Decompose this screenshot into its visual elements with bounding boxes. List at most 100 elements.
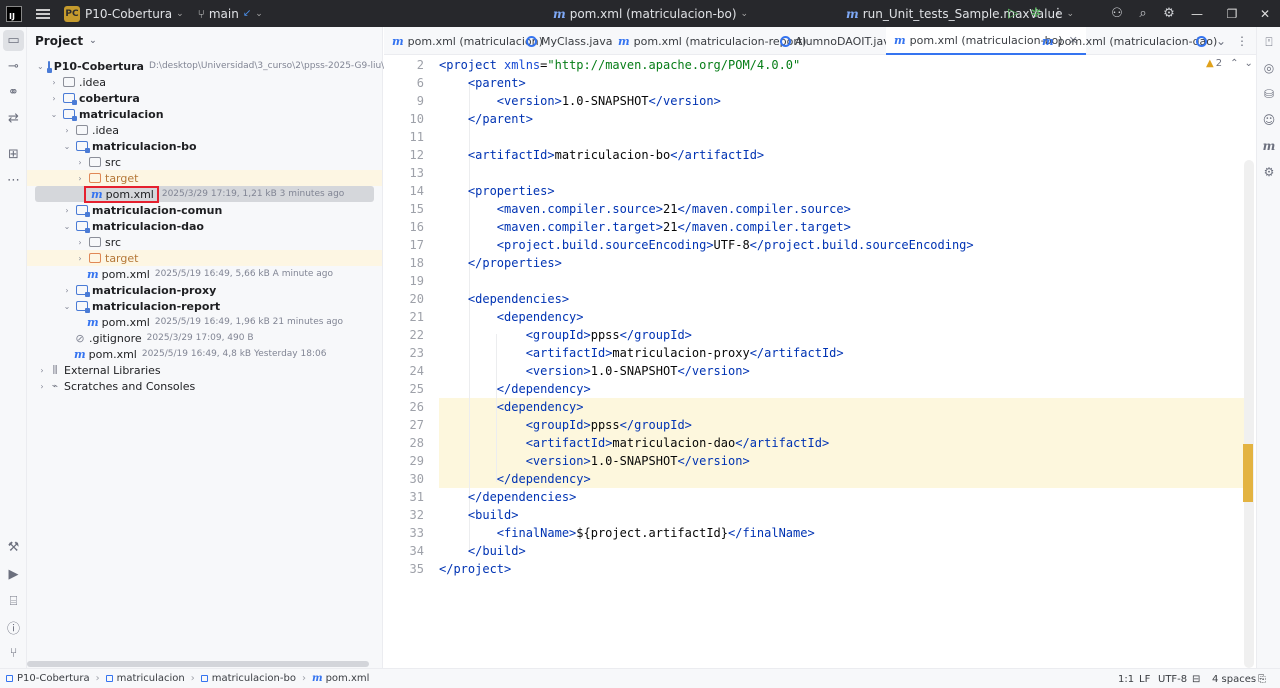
chevron-up-icon[interactable]: ⌃ xyxy=(1230,58,1238,69)
tree-item[interactable]: › target xyxy=(27,250,382,266)
tree-item[interactable]: › ⌁ Scratches and Consoles xyxy=(27,378,382,394)
tree-item[interactable]: ⌄ matriculacion xyxy=(27,106,382,122)
tree-item[interactable]: m pom.xml 2025/5/19 16:49, 5,66 kB A min… xyxy=(27,266,382,282)
notifications-icon[interactable]: ⍞ xyxy=(1260,33,1278,51)
code-line[interactable]: <project xmlns="http://maven.apache.org/… xyxy=(439,56,800,74)
tree-item[interactable]: ⌄ matriculacion-report xyxy=(27,298,382,314)
code-line[interactable]: <artifactId>matriculacion-proxy</artifac… xyxy=(439,344,844,362)
tree-item[interactable]: m pom.xml 2025/5/19 16:49, 4,8 kB Yester… xyxy=(27,346,382,362)
file-encoding[interactable]: UTF-8 xyxy=(1158,669,1187,688)
code-line[interactable]: </properties> xyxy=(439,254,562,272)
breadcrumb-item[interactable]: P10-Cobertura xyxy=(17,673,90,684)
tree-item[interactable]: › matriculacion-proxy xyxy=(27,282,382,298)
expand-arrow-icon[interactable]: ⌄ xyxy=(62,222,72,231)
caret-position[interactable]: 1:1 xyxy=(1118,669,1134,688)
project-switcher[interactable]: P10-Cobertura xyxy=(85,7,172,21)
tree-item[interactable]: › src xyxy=(27,154,382,170)
code-line[interactable]: <dependencies> xyxy=(439,290,569,308)
code-line[interactable]: </dependency> xyxy=(439,380,591,398)
tab-more-icon[interactable]: ⋮ xyxy=(1236,27,1248,55)
window-title[interactable]: m pom.xml (matriculacion-bo) ⌄ xyxy=(553,0,748,27)
code-line[interactable]: <properties> xyxy=(439,182,555,200)
code-line[interactable]: <version>1.0-SNAPSHOT</version> xyxy=(439,92,721,110)
maven-icon[interactable]: m xyxy=(1260,137,1278,155)
code-line[interactable]: <dependency> xyxy=(439,398,584,416)
tree-item[interactable]: ⌄ matriculacion-bo xyxy=(27,138,382,154)
tab-alumnodaoit[interactable]: AlumnoDAOIT.java xyxy=(780,27,896,55)
tree-item[interactable]: › ⫼ External Libraries xyxy=(27,362,382,378)
add-user-icon[interactable]: ⚇ xyxy=(1107,0,1127,27)
collapse-arrow-icon[interactable]: › xyxy=(62,126,72,135)
project-panel-header[interactable]: Project ⌄ xyxy=(27,27,382,55)
collapse-arrow-icon[interactable]: › xyxy=(37,366,47,375)
code-line[interactable]: <project.build.sourceEncoding>UTF-8</pro… xyxy=(439,236,974,254)
gradle-icon[interactable]: ⚙ xyxy=(1260,163,1278,181)
code-line[interactable]: <maven.compiler.target>21</maven.compile… xyxy=(439,218,851,236)
code-line[interactable]: <artifactId>matriculacion-dao</artifactI… xyxy=(439,434,829,452)
collapse-arrow-icon[interactable]: › xyxy=(62,206,72,215)
settings-gear-icon[interactable]: ⚙ xyxy=(1159,0,1179,27)
code-line[interactable]: <groupId>ppss</groupId> xyxy=(439,326,692,344)
expand-arrow-icon[interactable]: ⌄ xyxy=(62,302,72,311)
code-line[interactable]: <maven.compiler.source>21</maven.compile… xyxy=(439,200,851,218)
main-menu-icon[interactable] xyxy=(36,8,50,19)
collapse-arrow-icon[interactable]: › xyxy=(75,158,85,167)
code-line[interactable]: <version>1.0-SNAPSHOT</version> xyxy=(439,452,750,470)
tree-item[interactable]: ⌄ matriculacion-dao xyxy=(27,218,382,234)
code-line[interactable]: <dependency> xyxy=(439,308,584,326)
expand-arrow-icon[interactable]: ⌄ xyxy=(62,142,72,151)
database-icon[interactable]: ⛁ xyxy=(1260,85,1278,103)
code-line[interactable]: </dependencies> xyxy=(439,488,576,506)
tree-item[interactable]: › cobertura xyxy=(27,90,382,106)
debug-icon[interactable]: ✲ xyxy=(1026,0,1046,27)
build-hammer-icon[interactable]: ⚒ xyxy=(3,537,24,558)
readonly-toggle-icon[interactable]: ⎘ xyxy=(1258,669,1266,688)
project-folder-icon[interactable]: ▭ xyxy=(3,30,24,51)
breadcrumb-item[interactable]: matriculacion-bo xyxy=(212,673,296,684)
breadcrumb-item[interactable]: matriculacion xyxy=(117,673,185,684)
code-line[interactable]: <finalName>${project.artifactId}</finalN… xyxy=(439,524,815,542)
commit-icon[interactable]: ⊸ xyxy=(3,56,24,77)
tree-item[interactable]: ⊘ .gitignore 2025/3/29 17:09, 490 B xyxy=(27,330,382,346)
code-line[interactable]: </dependency> xyxy=(439,470,591,488)
tab-list-chevron-icon[interactable]: ⌄ xyxy=(1216,27,1226,55)
code-editor[interactable]: ▲ 2 ⌃ ⌄ 2 <project xmlns="http://maven.ap… xyxy=(384,55,1256,668)
code-line[interactable]: <groupId>ppss</groupId> xyxy=(439,416,692,434)
inspection-widget[interactable]: ▲ 2 ⌃ ⌄ xyxy=(1206,58,1253,69)
code-line[interactable]: <artifactId>matriculacion-bo</artifactId… xyxy=(439,146,764,164)
copilot-icon[interactable]: ☺ xyxy=(1260,111,1278,129)
ai-assistant-icon[interactable]: ◎ xyxy=(1260,59,1278,77)
collapse-arrow-icon[interactable]: › xyxy=(75,174,85,183)
tree-item[interactable]: › matriculacion-comun xyxy=(27,202,382,218)
expand-arrow-icon[interactable]: ⌄ xyxy=(37,62,44,71)
indent-setting[interactable]: 4 spaces xyxy=(1212,669,1256,688)
chevron-down-icon[interactable]: ⌄ xyxy=(1244,58,1252,69)
plugins-icon[interactable]: ⊞ xyxy=(3,144,24,165)
search-icon[interactable]: ⌕ xyxy=(1133,0,1153,27)
code-line[interactable]: </build> xyxy=(439,542,526,560)
minimize-button[interactable]: — xyxy=(1182,0,1212,27)
breadcrumb-item[interactable]: pom.xml xyxy=(326,673,370,684)
services-run-icon[interactable]: ▶ xyxy=(3,564,24,585)
terminal-icon[interactable]: ⌸ xyxy=(3,591,24,612)
collapse-arrow-icon[interactable]: › xyxy=(62,286,72,295)
maximize-button[interactable]: ❐ xyxy=(1217,0,1247,27)
tab-pom-matriculacion-report[interactable]: m pom.xml (matriculacion-report) xyxy=(618,27,806,55)
branch-switcher[interactable]: main xyxy=(209,7,239,21)
horizontal-scrollbar[interactable] xyxy=(27,661,369,667)
git-icon[interactable]: ⑂ xyxy=(3,643,24,664)
tree-item-root[interactable]: ⌄ P10-Cobertura D:\desktop\Universidad\3… xyxy=(27,58,450,74)
line-separator[interactable]: LF xyxy=(1139,669,1150,688)
vertical-scrollbar[interactable] xyxy=(1244,160,1254,668)
tree-item[interactable]: › .idea xyxy=(27,122,382,138)
tab-pom-matriculacion[interactable]: m pom.xml (matriculacion) xyxy=(392,27,543,55)
more-tools-icon[interactable]: ⋯ xyxy=(3,170,24,191)
problems-icon[interactable]: ⓘ xyxy=(3,617,24,638)
code-line[interactable]: </project> xyxy=(439,560,511,578)
collapse-arrow-icon[interactable]: › xyxy=(37,382,47,391)
tab-myclass[interactable]: MyClass.java xyxy=(526,27,612,55)
expand-arrow-icon[interactable]: ⌄ xyxy=(49,110,59,119)
pull-requests-icon[interactable]: ⇄ xyxy=(3,108,24,129)
close-window-button[interactable]: ✕ xyxy=(1250,0,1280,27)
collapse-arrow-icon[interactable]: › xyxy=(49,94,59,103)
